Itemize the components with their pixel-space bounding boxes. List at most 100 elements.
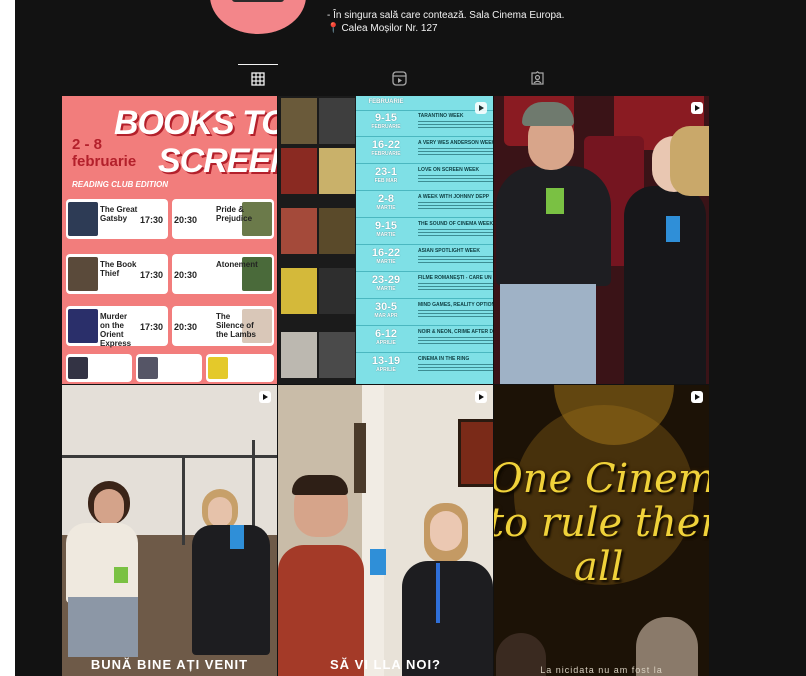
film-name: Atonement bbox=[216, 260, 258, 269]
schedule-date-month: APRILIE bbox=[376, 367, 396, 373]
reel-icon bbox=[691, 391, 703, 403]
books-row: Murder on the Orient Express 17:30 20:30… bbox=[66, 306, 274, 348]
film-card: 20:30 Atonement bbox=[172, 254, 274, 294]
books-title-line1: BOOKS TO bbox=[114, 104, 277, 142]
books-row: The Great Gatsby 17:30 20:30 Pride & Pre… bbox=[66, 199, 274, 239]
poster-image bbox=[281, 332, 317, 378]
poster-image bbox=[281, 98, 317, 144]
person-jeans bbox=[68, 597, 138, 657]
poster-image bbox=[281, 148, 317, 194]
railing-post bbox=[182, 455, 185, 545]
schedule-date-month: MARTIE bbox=[376, 259, 396, 265]
schedule-date-range: 9-15 bbox=[374, 220, 398, 232]
schedule-theme: TARANTINO WEEK bbox=[418, 113, 493, 129]
schedule-date-month: FEB MAR bbox=[374, 178, 398, 184]
title-line-2: to rule them bbox=[494, 500, 709, 546]
schedule-date: 30-5 MAR APR bbox=[356, 301, 416, 319]
schedule-date-month: MAR APR bbox=[374, 313, 398, 319]
microphone bbox=[114, 567, 128, 583]
post-reel-one-cinema[interactable]: One Cinema to rule them all La nicidata … bbox=[494, 385, 709, 676]
schedule-date: 23-29 MARTIE bbox=[356, 274, 416, 292]
schedule-theme: FILME ROMÂNEȘTI - CARE UN SALA bbox=[418, 275, 493, 291]
schedule-theme: THE SOUND OF CINEMA WEEK bbox=[418, 221, 493, 237]
schedule-date-month: MARTIE bbox=[376, 205, 396, 211]
post-schedule[interactable]: FEBRUARIE 9-15 FEBRUARIE TARANTINO WEEK 16… bbox=[278, 96, 493, 384]
schedule-date-range: 13-19 bbox=[371, 355, 401, 367]
film-time: 20:30 bbox=[174, 215, 198, 225]
schedule-date: 2-8 MARTIE bbox=[356, 193, 416, 211]
microphone bbox=[370, 549, 386, 575]
schedule-theme: CINEMA IN THE RING bbox=[418, 356, 493, 372]
person-hair bbox=[670, 126, 709, 196]
film-name: The Great Gatsby bbox=[100, 205, 138, 223]
books-subtitle: READING CLUB EDITION bbox=[72, 180, 168, 189]
person-hair bbox=[292, 475, 348, 495]
books-dates: 2 - 8 februarie bbox=[72, 136, 136, 170]
location-pin-icon: 📍 bbox=[327, 23, 340, 34]
film-time: 20:30 bbox=[174, 270, 198, 280]
schedule-month: FEBRUARIE bbox=[368, 99, 404, 105]
post-reel-stairs[interactable]: BUNĂ BINE AȚI VENIT bbox=[62, 385, 277, 676]
books-dates-line1: 2 - 8 bbox=[72, 136, 103, 153]
tab-reels[interactable] bbox=[379, 64, 419, 94]
schedule-date-range: 23-1 bbox=[374, 166, 398, 178]
schedule-row: 23-29MARTIEFILME ROMÂNEȘTI - CARE UN SAL… bbox=[356, 272, 493, 299]
schedule-row: 6-12 APRILIE NOIR & NEON, CRIME AFTER D bbox=[356, 326, 493, 353]
post-books-to-screen[interactable]: BOOKS TO SCREEN 2 - 8 februarie READING … bbox=[62, 96, 277, 384]
schedule-theme: NOIR & NEON, CRIME AFTER D bbox=[418, 329, 493, 345]
schedule-date-range: 30-5 bbox=[374, 301, 398, 313]
tab-tagged[interactable] bbox=[517, 64, 557, 94]
schedule-date: 23-1 FEB MAR bbox=[356, 166, 416, 184]
schedule-row: 16-22 MARTIE ASIAN SPOTLIGHT WEEK bbox=[356, 245, 493, 272]
film-card bbox=[66, 354, 132, 382]
poster-image bbox=[281, 208, 317, 254]
schedule-row: 9-15 FEBRUARIE TARANTINO WEEK bbox=[356, 110, 493, 137]
person-hoodie bbox=[66, 523, 138, 603]
reel-icon bbox=[691, 102, 703, 114]
title-line-3: all bbox=[574, 544, 624, 590]
person-jacket bbox=[496, 166, 611, 286]
wall-picture bbox=[354, 423, 366, 493]
schedule-row: 30-5MAR APRMIND GAMES, REALITY OPTIONAL bbox=[356, 299, 493, 326]
books-row: The Book Thief 17:30 20:30 Atonement bbox=[66, 254, 274, 294]
railing bbox=[62, 455, 277, 458]
schedule-row: 9-15 MARTIE THE SOUND OF CINEMA WEEK bbox=[356, 218, 493, 245]
film-card bbox=[206, 354, 274, 382]
profile-avatar[interactable] bbox=[210, 0, 306, 34]
schedule-theme: A VERY WES ANDERSON WEEK bbox=[418, 140, 493, 156]
schedule-date: 13-19 APRILIE bbox=[356, 355, 416, 373]
schedule-date-range: 9-15 bbox=[374, 112, 398, 124]
poster-image bbox=[319, 98, 355, 144]
reel-caption: La nicidata nu am fost la bbox=[540, 665, 663, 675]
person-face bbox=[208, 497, 232, 527]
film-poster bbox=[208, 357, 228, 379]
schedule-date-month: MARTIE bbox=[376, 232, 396, 238]
schedule-date: 16-22 MARTIE bbox=[356, 247, 416, 265]
schedule-date: 16-22 FEBRUARIE bbox=[356, 139, 416, 157]
tab-posts[interactable] bbox=[238, 64, 278, 94]
person-face bbox=[94, 489, 124, 525]
schedule-row: 13-19 APRILIE CINEMA IN THE RING bbox=[356, 353, 493, 379]
schedule-list: FEBRUARIE 9-15 FEBRUARIE TARANTINO WEEK 16… bbox=[356, 96, 493, 384]
bio-line-2: 📍 Calea Moșilor Nr. 127 bbox=[327, 22, 564, 35]
post-reel-cinema-seats[interactable] bbox=[494, 96, 709, 384]
schedule-date-range: 6-12 bbox=[374, 328, 398, 340]
film-poster bbox=[138, 357, 158, 379]
schedule-row: FEBRUARIE bbox=[356, 96, 493, 111]
film-poster bbox=[68, 309, 98, 343]
film-card: The Great Gatsby 17:30 bbox=[66, 199, 168, 239]
schedule-date-month: MARTIE bbox=[376, 286, 396, 292]
poster-collage bbox=[278, 96, 356, 384]
schedule-date-month: FEBRUARIE bbox=[371, 151, 401, 157]
poster-image bbox=[319, 332, 355, 378]
schedule-date-range: 16-22 bbox=[371, 247, 401, 259]
film-name: The Silence of the Lambs bbox=[216, 312, 257, 339]
person-face bbox=[430, 511, 462, 551]
schedule-date-range: 2-8 bbox=[378, 193, 394, 205]
books-title-line2: SCREEN bbox=[158, 142, 277, 180]
profile-bio: - În singura sală care contează. Sala Ci… bbox=[327, 9, 564, 35]
post-reel-hallway[interactable]: SĂ VI LLA NOI? bbox=[278, 385, 493, 676]
books-dates-line2: februarie bbox=[72, 153, 137, 170]
microphone bbox=[230, 525, 244, 549]
film-name: The Book Thief bbox=[100, 260, 137, 278]
